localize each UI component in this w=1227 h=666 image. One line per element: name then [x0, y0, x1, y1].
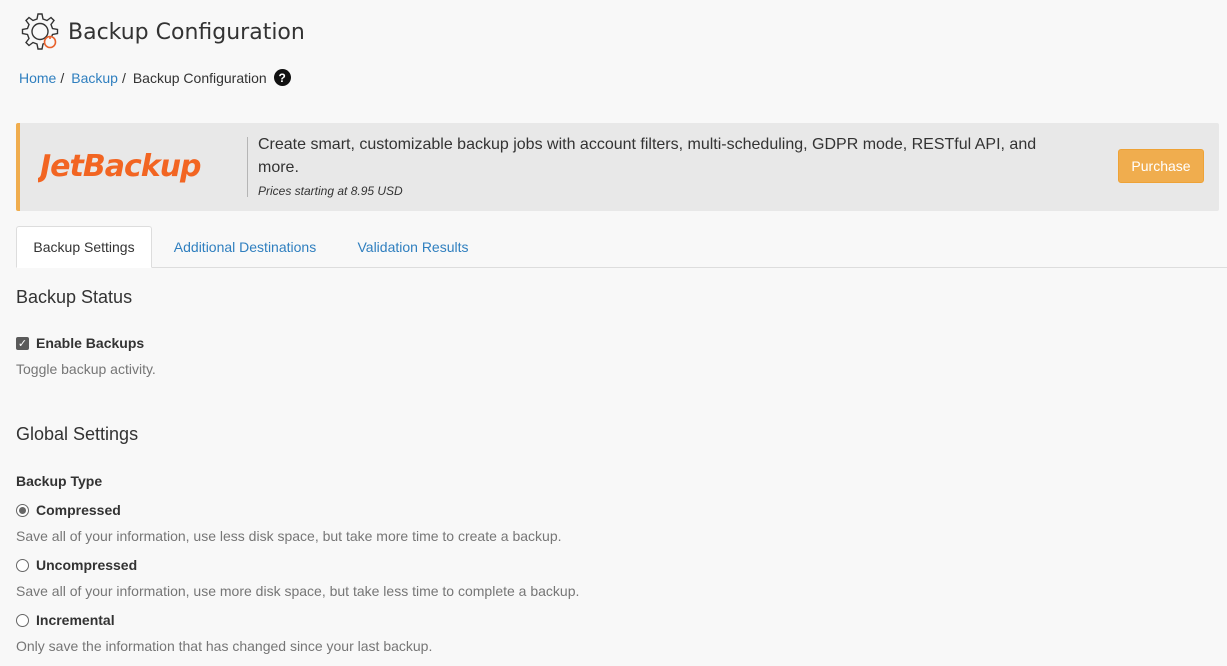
enable-backups-label[interactable]: Enable Backups [36, 335, 144, 351]
incremental-help: Only save the information that has chang… [16, 638, 433, 654]
uncompressed-label[interactable]: Uncompressed [36, 557, 137, 573]
jetbackup-logo: JetBackup [35, 145, 243, 185]
gear-backup-icon [18, 10, 62, 54]
backup-type-compressed-row[interactable]: Compressed [16, 502, 121, 518]
tab-additional-destinations[interactable]: Additional Destinations [161, 226, 329, 268]
svg-text:JetBackup: JetBackup [38, 149, 201, 184]
question-circle-icon[interactable]: ? [273, 69, 291, 86]
compressed-label[interactable]: Compressed [36, 502, 121, 518]
backup-type-label: Backup Type [16, 473, 103, 489]
promo-description: Create smart, customizable backup jobs w… [258, 136, 1037, 176]
compressed-radio[interactable] [16, 503, 29, 517]
tab-backup-settings[interactable]: Backup Settings [16, 226, 152, 268]
compressed-help: Save all of your information, use less d… [16, 528, 562, 544]
enable-backups-checkbox[interactable]: ✓ [16, 336, 29, 350]
jetbackup-promo-banner: JetBackup Create smart, customizable bac… [16, 123, 1219, 211]
global-settings-heading: Global Settings [16, 424, 139, 444]
backup-type-uncompressed-row[interactable]: Uncompressed [16, 557, 137, 573]
breadcrumb-backup-link[interactable]: Backup [71, 70, 118, 86]
breadcrumb: Home / Backup / Backup Configuration ? [19, 69, 291, 86]
breadcrumb-current: Backup Configuration [132, 69, 267, 86]
promo-price-note: Prices starting at 8.95 USD [258, 184, 403, 198]
backup-type-incremental-row[interactable]: Incremental [16, 612, 115, 628]
tab-validation-results[interactable]: Validation Results [346, 226, 480, 268]
tab-bar: Backup Settings Additional Destinations … [16, 226, 1227, 268]
page-header: Backup Configuration [18, 10, 305, 54]
breadcrumb-separator: / [121, 69, 126, 86]
breadcrumb-separator: / [60, 69, 65, 86]
uncompressed-help: Save all of your information, use more d… [16, 583, 580, 599]
page-title: Backup Configuration [68, 19, 305, 45]
incremental-radio[interactable] [16, 613, 29, 627]
incremental-label[interactable]: Incremental [36, 612, 115, 628]
backup-status-heading: Backup Status [16, 287, 133, 307]
enable-backups-help: Toggle backup activity. [16, 361, 156, 377]
uncompressed-radio[interactable] [16, 558, 29, 572]
breadcrumb-home-link[interactable]: Home [19, 70, 56, 86]
promo-divider [247, 137, 248, 197]
enable-backups-row[interactable]: ✓ Enable Backups [16, 335, 144, 351]
purchase-button[interactable]: Purchase [1118, 149, 1204, 183]
page: Backup Configuration Home / Backup / Bac… [0, 0, 1227, 666]
